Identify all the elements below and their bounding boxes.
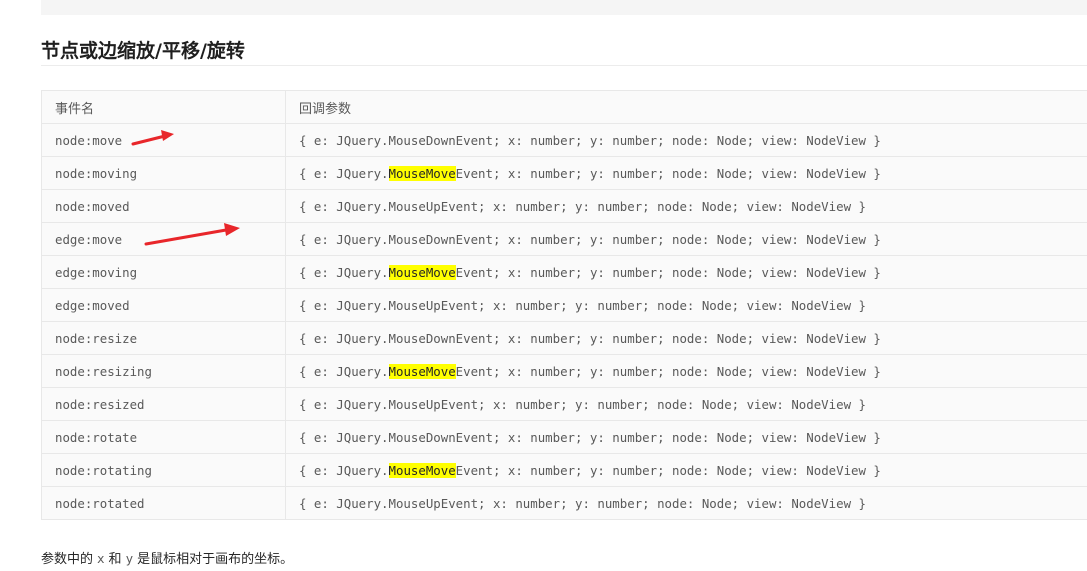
- callback-text: { e: JQuery.MouseUpEvent; x: number; y: …: [299, 297, 866, 313]
- callback-text: { e: JQuery.: [299, 264, 389, 280]
- header-callback-params: 回调参数: [285, 90, 1087, 124]
- event-name-cell: node:rotate: [41, 420, 286, 454]
- callback-text: Event; x: number; y: number; node: Node;…: [455, 165, 881, 181]
- callback-text: { e: JQuery.MouseDownEvent; x: number; y…: [299, 132, 881, 148]
- event-name-cell: node:resize: [41, 321, 286, 355]
- callback-text: Event; x: number; y: number; node: Node;…: [455, 264, 881, 280]
- callback-text: Event; x: number; y: number; node: Node;…: [455, 363, 881, 379]
- callback-params-cell: { e: JQuery.MouseMoveEvent; x: number; y…: [285, 453, 1087, 487]
- callback-text: { e: JQuery.: [299, 462, 389, 478]
- callback-params-cell: { e: JQuery.MouseUpEvent; x: number; y: …: [285, 288, 1087, 322]
- callback-text: { e: JQuery.MouseUpEvent; x: number; y: …: [299, 495, 866, 511]
- header-event-name: 事件名: [41, 90, 286, 124]
- table-row: edge:moving{ e: JQuery.MouseMoveEvent; x…: [41, 255, 1087, 289]
- previous-content-block: [41, 0, 1087, 15]
- note-text-1: 参数中的: [41, 552, 94, 567]
- event-name-cell: edge:moving: [41, 255, 286, 289]
- title-divider: [41, 65, 1087, 66]
- table-row: node:resized { e: JQuery.MouseUpEvent; x:…: [41, 387, 1087, 421]
- callback-text: { e: JQuery.MouseDownEvent; x: number; y…: [299, 231, 881, 247]
- table-row: node:moved { e: JQuery.MouseUpEvent; x: n…: [41, 189, 1087, 223]
- event-name-cell: node:moved: [41, 189, 286, 223]
- table-row: node:moving{ e: JQuery.MouseMoveEvent; x…: [41, 156, 1087, 190]
- search-highlight: MouseMove: [388, 165, 456, 181]
- search-highlight: MouseMove: [388, 363, 456, 379]
- note-code-y: y: [125, 551, 134, 566]
- table-row: node:move{ e: JQuery.MouseDownEvent; x: …: [41, 123, 1087, 157]
- note-text-3: 是鼠标相对于画布的坐标。: [137, 552, 294, 567]
- event-name-cell: node:resizing: [41, 354, 286, 388]
- event-name-cell: node:rotated: [41, 486, 286, 520]
- callback-params-cell: { e: JQuery.MouseUpEvent; x: number; y: …: [285, 387, 1087, 421]
- callback-params-cell: { e: JQuery.MouseDownEvent; x: number; y…: [285, 222, 1087, 256]
- table-row: edge:moved { e: JQuery.MouseUpEvent; x: n…: [41, 288, 1087, 322]
- annotation-arrow-icon: [144, 223, 240, 246]
- callback-text: { e: JQuery.: [299, 165, 389, 181]
- coordinate-note: 参数中的 x 和 y 是鼠标相对于画布的坐标。: [41, 549, 293, 570]
- callback-text: { e: JQuery.MouseUpEvent; x: number; y: …: [299, 396, 866, 412]
- event-name-cell: node:rotating: [41, 453, 286, 487]
- note-code-x: x: [97, 551, 105, 566]
- table-header-row: 事件名 回调参数: [41, 90, 1087, 124]
- events-table: 事件名 回调参数 node:move{ e: JQuery.MouseDownE…: [41, 90, 1087, 520]
- table-row: node:resizing{ e: JQuery.MouseMoveEvent;…: [41, 354, 1087, 388]
- event-name-cell: edge:moved: [41, 288, 286, 322]
- event-name-cell: node:moving: [41, 156, 286, 190]
- callback-text: { e: JQuery.MouseUpEvent; x: number; y: …: [299, 198, 866, 214]
- event-name-cell: node:resized: [41, 387, 286, 421]
- callback-params-cell: { e: JQuery.MouseMoveEvent; x: number; y…: [285, 354, 1087, 388]
- table-row: node:rotate { e: JQuery.MouseDownEvent; x…: [41, 420, 1087, 454]
- table-row: node:resize { e: JQuery.MouseDownEvent; x…: [41, 321, 1087, 355]
- callback-params-cell: { e: JQuery.MouseMoveEvent; x: number; y…: [285, 156, 1087, 190]
- callback-text: Event; x: number; y: number; node: Node;…: [455, 462, 881, 478]
- callback-params-cell: { e: JQuery.MouseUpEvent; x: number; y: …: [285, 486, 1087, 520]
- table-row: node:rotating{ e: JQuery.MouseMoveEvent;…: [41, 453, 1087, 487]
- section-title: 节点或边缩放/平移/旋转: [41, 40, 245, 62]
- table-row: node:rotated { e: JQuery.MouseUpEvent; x:…: [41, 486, 1087, 520]
- callback-text: { e: JQuery.: [299, 363, 389, 379]
- search-highlight: MouseMove: [388, 462, 456, 478]
- callback-params-cell: { e: JQuery.MouseMoveEvent; x: number; y…: [285, 255, 1087, 289]
- callback-params-cell: { e: JQuery.MouseDownEvent; x: number; y…: [285, 420, 1087, 454]
- callback-params-cell: { e: JQuery.MouseDownEvent; x: number; y…: [285, 321, 1087, 355]
- search-highlight: MouseMove: [388, 264, 456, 280]
- callback-text: { e: JQuery.MouseDownEvent; x: number; y…: [299, 429, 881, 445]
- callback-params-cell: { e: JQuery.MouseUpEvent; x: number; y: …: [285, 189, 1087, 223]
- callback-params-cell: { e: JQuery.MouseDownEvent; x: number; y…: [285, 123, 1087, 157]
- annotation-arrow-icon: [131, 130, 174, 146]
- note-text-2: 和: [108, 552, 122, 567]
- callback-text: { e: JQuery.MouseDownEvent; x: number; y…: [299, 330, 881, 346]
